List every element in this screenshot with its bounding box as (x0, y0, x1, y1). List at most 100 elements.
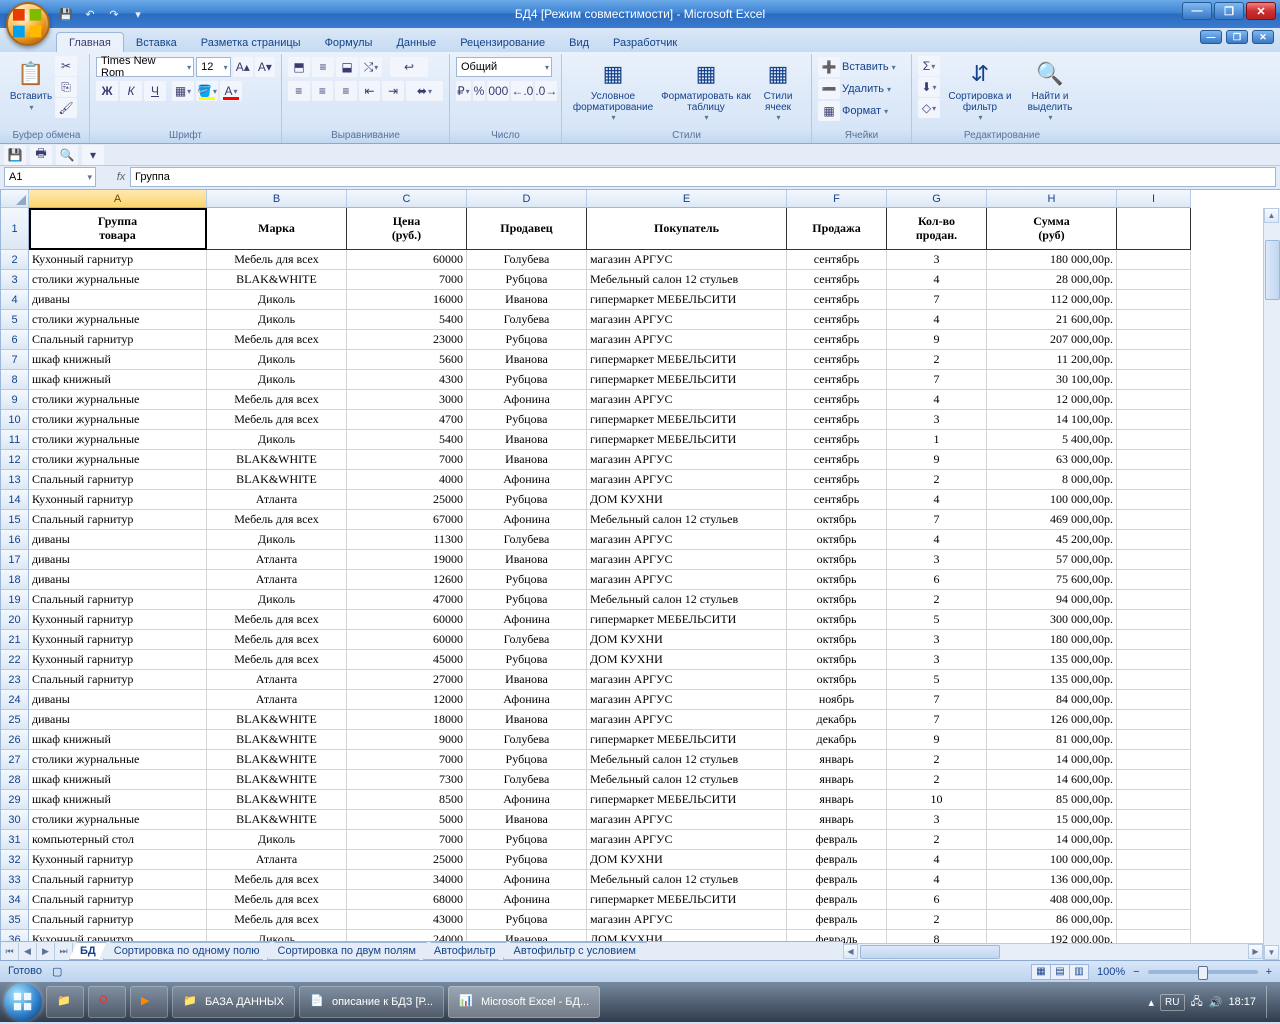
col-header-B[interactable]: B (207, 190, 347, 208)
cell-H22[interactable]: 135 000,00р. (987, 650, 1117, 670)
format-painter-icon[interactable]: 🖌 (55, 98, 77, 118)
cell-I23[interactable] (1117, 670, 1191, 690)
select-all-corner[interactable] (1, 190, 29, 208)
qat2-print-icon[interactable]: 🖶 (30, 145, 52, 165)
copy-icon[interactable]: ⎘ (55, 77, 77, 97)
cell-H21[interactable]: 180 000,00р. (987, 630, 1117, 650)
cell-E31[interactable]: магазин АРГУС (587, 830, 787, 850)
cell-A10[interactable]: столики журнальные (29, 410, 207, 430)
cell-B11[interactable]: Диколь (207, 430, 347, 450)
cell-F35[interactable]: февраль (787, 910, 887, 930)
cell-I28[interactable] (1117, 770, 1191, 790)
sheet-tab-0[interactable]: БД (69, 942, 107, 960)
workbook-restore-button[interactable]: ❐ (1226, 30, 1248, 44)
cell-B20[interactable]: Мебель для всех (207, 610, 347, 630)
cell-A12[interactable]: столики журнальные (29, 450, 207, 470)
cell-D26[interactable]: Голубева (467, 730, 587, 750)
row-header-7[interactable]: 7 (1, 350, 29, 370)
row-header-12[interactable]: 12 (1, 450, 29, 470)
cell-E21[interactable]: ДОМ КУХНИ (587, 630, 787, 650)
cell-I6[interactable] (1117, 330, 1191, 350)
cell-I27[interactable] (1117, 750, 1191, 770)
row-header-8[interactable]: 8 (1, 370, 29, 390)
cell-C28[interactable]: 7300 (347, 770, 467, 790)
cell-C16[interactable]: 11300 (347, 530, 467, 550)
merge-icon[interactable]: ⬌▾ (406, 81, 443, 101)
cell-D14[interactable]: Рубцова (467, 490, 587, 510)
tab-nav-last-icon[interactable]: ⏭ (55, 943, 73, 960)
align-right-icon[interactable]: ≡ (335, 81, 357, 101)
cell-A32[interactable]: Кухонный гарнитур (29, 850, 207, 870)
cell-G9[interactable]: 4 (887, 390, 987, 410)
cell-F28[interactable]: январь (787, 770, 887, 790)
cell-D5[interactable]: Голубева (467, 310, 587, 330)
cell-D18[interactable]: Рубцова (467, 570, 587, 590)
cell-H27[interactable]: 14 000,00р. (987, 750, 1117, 770)
taskbar-pin-player[interactable]: ▶ (130, 986, 168, 1018)
cell-D22[interactable]: Рубцова (467, 650, 587, 670)
cell-I2[interactable] (1117, 250, 1191, 270)
row-header-27[interactable]: 27 (1, 750, 29, 770)
cell-B1[interactable]: Марка (207, 208, 347, 250)
cell-B31[interactable]: Диколь (207, 830, 347, 850)
cell-E15[interactable]: Мебельный салон 12 стульев (587, 510, 787, 530)
cell-C3[interactable]: 7000 (347, 270, 467, 290)
cell-I5[interactable] (1117, 310, 1191, 330)
cell-I7[interactable] (1117, 350, 1191, 370)
cell-D6[interactable]: Рубцова (467, 330, 587, 350)
cell-H28[interactable]: 14 600,00р. (987, 770, 1117, 790)
cell-E30[interactable]: магазин АРГУС (587, 810, 787, 830)
bold-icon[interactable]: Ж (96, 81, 118, 101)
cell-F8[interactable]: сентябрь (787, 370, 887, 390)
view-normal-icon[interactable]: ▦ (1031, 964, 1051, 980)
cell-H18[interactable]: 75 600,00р. (987, 570, 1117, 590)
cell-C19[interactable]: 47000 (347, 590, 467, 610)
cell-G18[interactable]: 6 (887, 570, 987, 590)
taskbar-item-2[interactable]: 📊Microsoft Excel - БД... (448, 986, 600, 1018)
cell-D7[interactable]: Иванова (467, 350, 587, 370)
cell-B12[interactable]: BLAK&WHITE (207, 450, 347, 470)
cell-D29[interactable]: Афонина (467, 790, 587, 810)
cell-G14[interactable]: 4 (887, 490, 987, 510)
cell-D11[interactable]: Иванова (467, 430, 587, 450)
cell-G32[interactable]: 4 (887, 850, 987, 870)
insert-cells-icon[interactable]: ➕ (818, 57, 840, 77)
font-family-combo[interactable]: Times New Rom (96, 57, 194, 77)
cell-E18[interactable]: магазин АРГУС (587, 570, 787, 590)
cell-I30[interactable] (1117, 810, 1191, 830)
row-header-14[interactable]: 14 (1, 490, 29, 510)
cell-D4[interactable]: Иванова (467, 290, 587, 310)
cell-E13[interactable]: магазин АРГУС (587, 470, 787, 490)
cell-F9[interactable]: сентябрь (787, 390, 887, 410)
cell-H13[interactable]: 8 000,00р. (987, 470, 1117, 490)
taskbar-pin-explorer[interactable]: 📁 (46, 986, 84, 1018)
cell-B33[interactable]: Мебель для всех (207, 870, 347, 890)
row-header-17[interactable]: 17 (1, 550, 29, 570)
cell-H17[interactable]: 57 000,00р. (987, 550, 1117, 570)
row-header-19[interactable]: 19 (1, 590, 29, 610)
clear-icon[interactable]: ◇▾ (918, 98, 940, 118)
cell-A22[interactable]: Кухонный гарнитур (29, 650, 207, 670)
cell-D15[interactable]: Афонина (467, 510, 587, 530)
row-header-11[interactable]: 11 (1, 430, 29, 450)
ribbon-tab-2[interactable]: Разметка страницы (189, 33, 313, 52)
minimize-button[interactable]: — (1182, 2, 1212, 20)
ribbon-tab-6[interactable]: Вид (557, 33, 601, 52)
scroll-down-icon[interactable]: ▼ (1264, 945, 1279, 960)
comma-icon[interactable]: 000 (487, 81, 509, 101)
ribbon-tab-4[interactable]: Данные (384, 33, 448, 52)
align-bottom-icon[interactable]: ⬓ (336, 57, 358, 77)
cell-C22[interactable]: 45000 (347, 650, 467, 670)
cell-F13[interactable]: сентябрь (787, 470, 887, 490)
workbook-close-button[interactable]: ✕ (1252, 30, 1274, 44)
scroll-up-icon[interactable]: ▲ (1264, 208, 1279, 223)
tray-show-hidden-icon[interactable]: ▴ (1149, 996, 1155, 1009)
spreadsheet-grid[interactable]: ABCDEFGHI1Группа товараМаркаЦена (руб.)П… (0, 190, 1280, 960)
macro-record-icon[interactable]: ▢ (52, 965, 62, 978)
sheet-tab-3[interactable]: Автофильтр (423, 942, 507, 960)
cell-G12[interactable]: 9 (887, 450, 987, 470)
cell-B34[interactable]: Мебель для всех (207, 890, 347, 910)
cell-B18[interactable]: Атланта (207, 570, 347, 590)
cell-I33[interactable] (1117, 870, 1191, 890)
cell-G8[interactable]: 7 (887, 370, 987, 390)
